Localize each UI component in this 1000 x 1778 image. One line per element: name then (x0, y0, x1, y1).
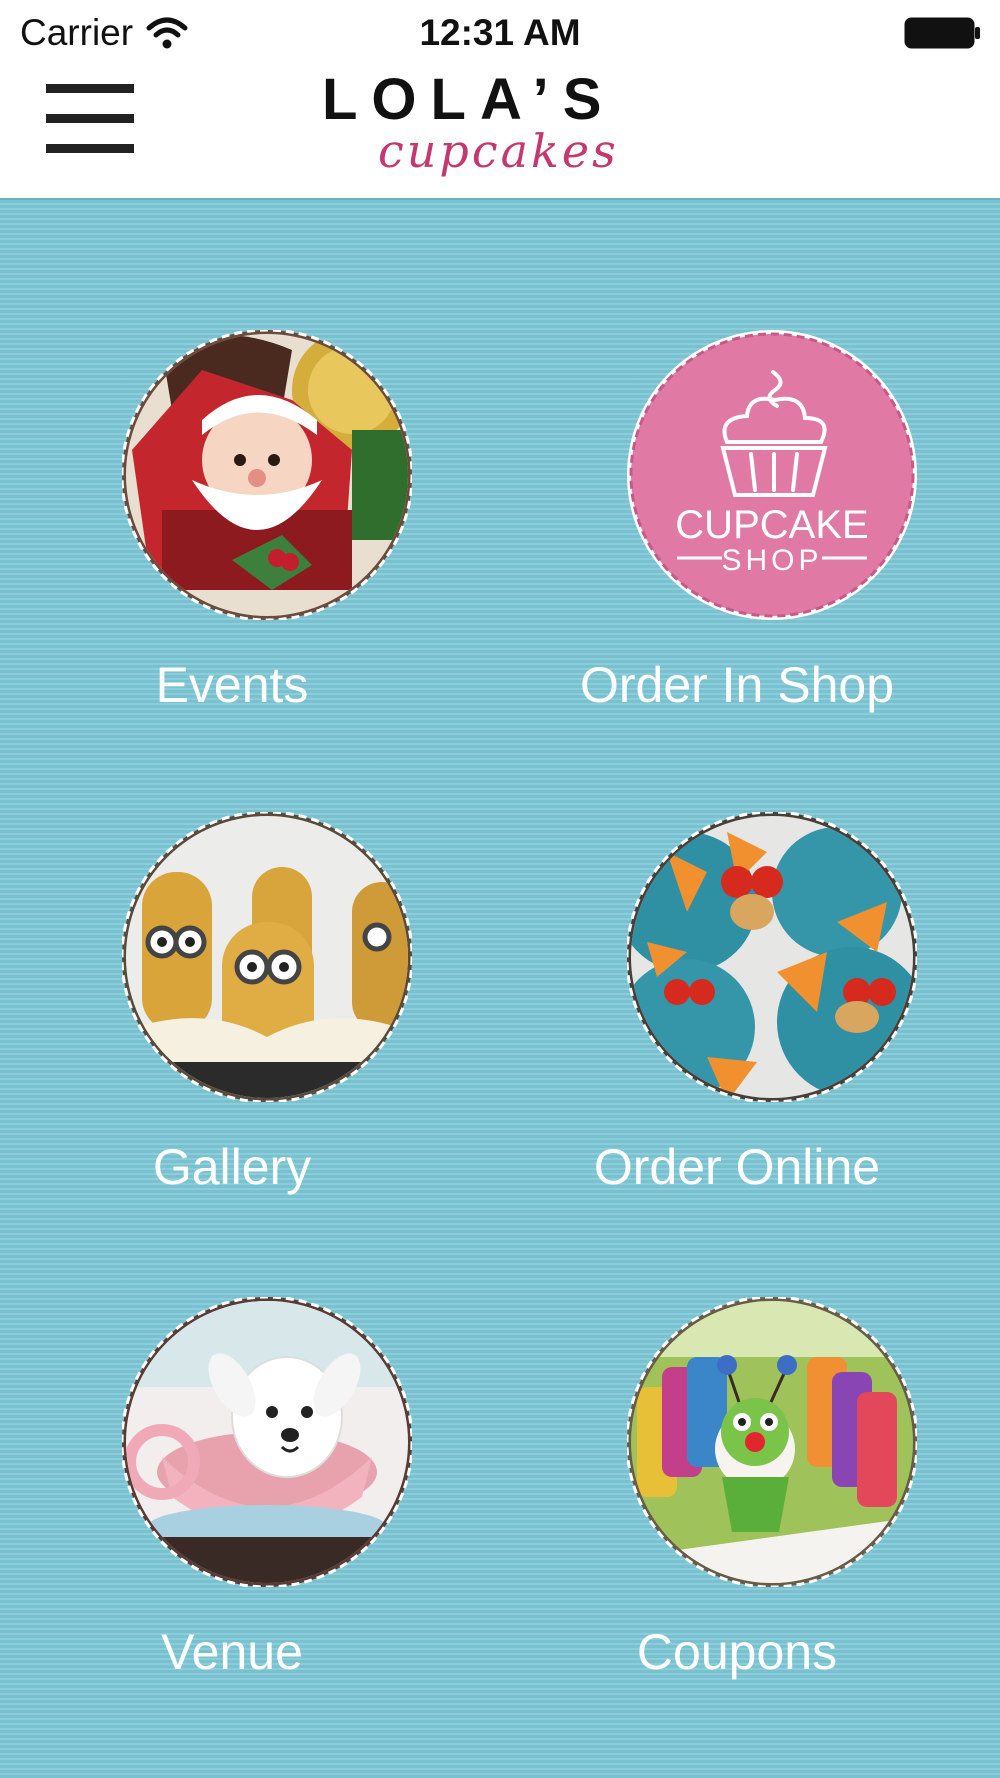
status-time: 12:31 AM (419, 12, 581, 53)
cupcake-shop-text-line2: SHOP (721, 544, 822, 577)
battery-full-icon (904, 17, 980, 49)
puppy-teacup-cupcake-image (122, 1297, 412, 1587)
logo-main-text: LOLA’S (322, 67, 616, 132)
tile-events[interactable]: Events (32, 330, 432, 750)
tile-label-gallery: Gallery (152, 1139, 312, 1195)
cupcake-shop-logo-image: CUPCAKE SHOP (627, 330, 917, 620)
app-screen: Carrier 12:31 AM LOLA’S cupcakes Events … (0, 0, 1000, 1778)
tile-label-order-online: Order Online (593, 1139, 881, 1195)
hamburger-menu-icon[interactable] (44, 80, 138, 158)
tile-venue[interactable]: Venue (32, 1297, 432, 1717)
logo-sub-text: cupcakes (378, 124, 619, 178)
tile-label-coupons: Coupons (636, 1624, 838, 1680)
tile-gallery[interactable]: Gallery (32, 812, 432, 1232)
tile-label-venue: Venue (161, 1624, 303, 1680)
minion-cupcakes-image (122, 812, 412, 1102)
santa-cupcake-image (122, 330, 412, 620)
tile-order-in-shop[interactable]: CUPCAKE SHOP Order In Shop (537, 330, 937, 750)
main-menu-grid: Events CUPCAKE SHOP Order In Shop Galler… (0, 198, 1000, 1778)
tile-label-order-in-shop: Order In Shop (579, 657, 895, 713)
cupcake-shop-text-line1: CUPCAKE (675, 503, 868, 547)
lolas-cupcakes-logo: LOLA’S cupcakes (322, 66, 682, 192)
tile-coupons[interactable]: Coupons (537, 1297, 937, 1717)
tile-order-online[interactable]: Order Online (537, 812, 937, 1232)
app-header: LOLA’S cupcakes (0, 60, 1000, 198)
caterpillar-cupcakes-image (627, 1297, 917, 1587)
status-bar: Carrier 12:31 AM (0, 0, 1000, 60)
fish-cupcakes-image (627, 812, 917, 1102)
tile-label-events: Events (155, 657, 309, 713)
